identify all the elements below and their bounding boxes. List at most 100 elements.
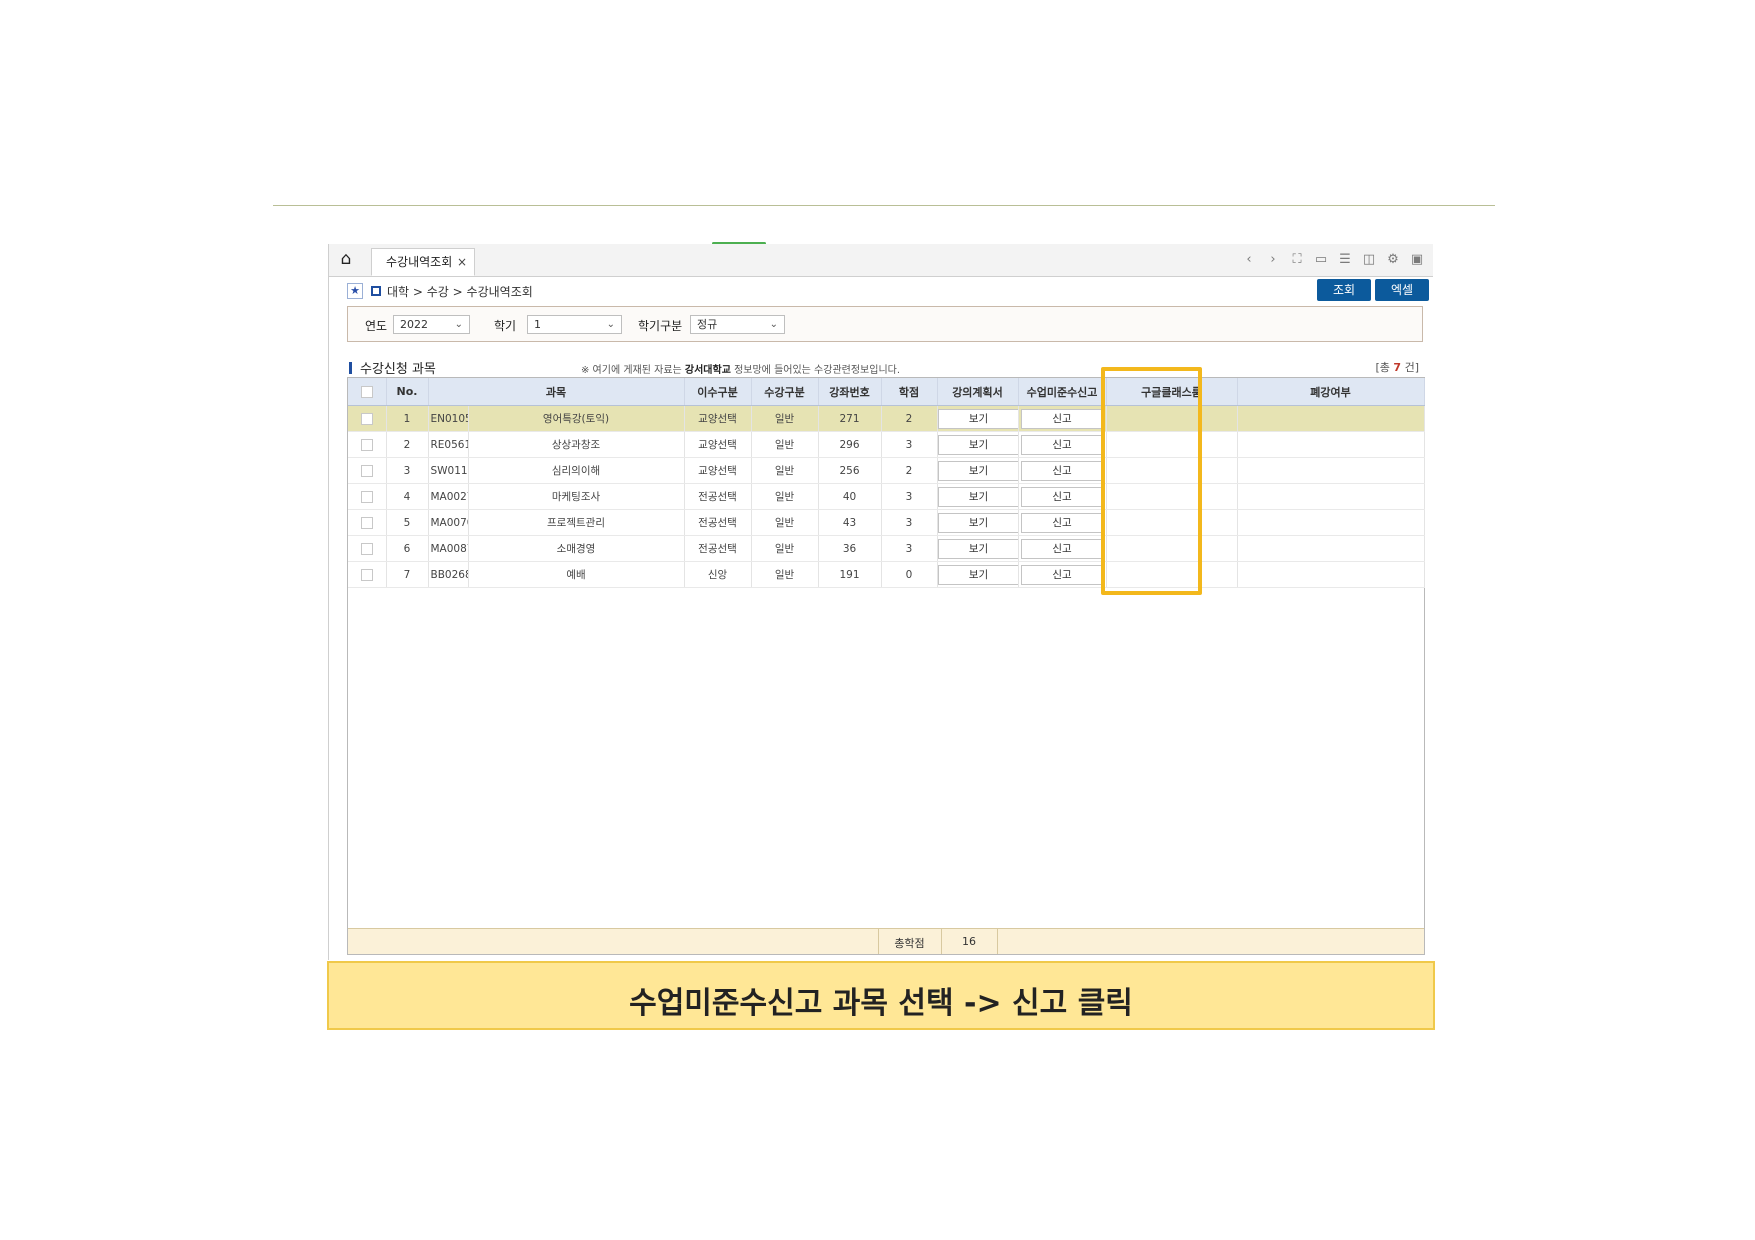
row-select-checkbox[interactable] xyxy=(360,568,373,581)
table-row[interactable]: 6MA00870소매경영전공선택일반363보기신고 xyxy=(348,535,1425,562)
syllabus-view-button[interactable]: 보기 xyxy=(937,564,1017,585)
restore-icon[interactable]: ▣ xyxy=(1409,253,1425,267)
favorite-star-icon[interactable]: ★ xyxy=(347,283,363,299)
table-row[interactable]: 1EN01050영어특강(토익)교양선택일반2712보기신고 xyxy=(348,405,1425,432)
row-completion-type: 전공선택 xyxy=(684,483,752,510)
term-select[interactable]: 1 ⌄ xyxy=(527,315,622,334)
row-report: 신고 xyxy=(1018,561,1107,588)
tab-close-icon[interactable]: × xyxy=(457,249,467,275)
header-syllabus[interactable]: 강의계획서 xyxy=(937,378,1019,406)
syllabus-view-button[interactable]: 보기 xyxy=(937,408,1017,429)
table-row[interactable]: 2RE05610상상과창조교양선택일반2963보기신고 xyxy=(348,431,1425,458)
row-select-checkbox[interactable] xyxy=(360,490,373,503)
fullscreen-icon[interactable]: ⛶ xyxy=(1289,253,1305,267)
row-no: 6 xyxy=(386,535,429,562)
header-completion-type[interactable]: 이수구분 xyxy=(684,378,752,406)
row-credit: 3 xyxy=(881,483,938,510)
header-course-number[interactable]: 강좌번호 xyxy=(818,378,882,406)
row-course-number: 43 xyxy=(818,509,882,536)
noncompliance-report-button[interactable]: 신고 xyxy=(1021,434,1103,455)
settings-icon[interactable]: ⚙ xyxy=(1385,253,1401,267)
next-icon[interactable]: › xyxy=(1265,253,1281,267)
header-select-all[interactable] xyxy=(348,378,387,406)
footer-divider xyxy=(997,929,998,954)
row-select-checkbox[interactable] xyxy=(360,412,373,425)
term-value: 1 xyxy=(534,318,541,331)
row-syllabus: 보기 xyxy=(937,431,1019,458)
header-noncompliance-report[interactable]: 수업미준수신고 xyxy=(1018,378,1107,406)
noncompliance-report-button[interactable]: 신고 xyxy=(1021,564,1103,585)
row-checkbox xyxy=(348,457,387,484)
header-credit[interactable]: 학점 xyxy=(881,378,938,406)
header-no[interactable]: No. xyxy=(386,378,429,406)
row-closed xyxy=(1237,509,1425,536)
header-subject[interactable]: 과목 xyxy=(428,378,685,406)
term-type-select[interactable]: 정규 ⌄ xyxy=(690,315,785,334)
noncompliance-report-button[interactable]: 신고 xyxy=(1021,460,1103,481)
row-credit: 3 xyxy=(881,431,938,458)
syllabus-view-button[interactable]: 보기 xyxy=(937,512,1017,533)
row-code: RE05610 xyxy=(428,431,469,458)
noncompliance-report-button[interactable]: 신고 xyxy=(1021,408,1103,429)
syllabus-view-button[interactable]: 보기 xyxy=(937,486,1017,507)
window-icon[interactable]: ▭ xyxy=(1313,253,1329,267)
syllabus-view-button[interactable]: 보기 xyxy=(937,538,1017,559)
split-horizontal-icon[interactable]: ☰ xyxy=(1337,253,1353,267)
notice-prefix: ※ 여기에 게재된 자료는 xyxy=(581,365,685,376)
row-report: 신고 xyxy=(1018,431,1107,458)
header-closed[interactable]: 폐강여부 xyxy=(1237,378,1425,406)
table-row[interactable]: 5MA00700프로젝트관리전공선택일반433보기신고 xyxy=(348,509,1425,536)
syllabus-view-button[interactable]: 보기 xyxy=(937,460,1017,481)
row-completion-type: 교양선택 xyxy=(684,431,752,458)
row-syllabus: 보기 xyxy=(937,483,1019,510)
course-table: No. 과목 이수구분 수강구분 강좌번호 학점 강의계획서 수업미준수신고 구… xyxy=(348,378,1425,588)
row-code: BB02680 xyxy=(428,561,469,588)
row-code: EN01050 xyxy=(428,405,469,432)
row-syllabus: 보기 xyxy=(937,457,1019,484)
row-credit: 3 xyxy=(881,535,938,562)
row-code: MA00271 xyxy=(428,483,469,510)
row-enroll-type: 일반 xyxy=(751,535,819,562)
row-credit: 2 xyxy=(881,405,938,432)
menu-square-icon xyxy=(371,286,381,296)
row-select-checkbox[interactable] xyxy=(360,464,373,477)
header-enroll-type[interactable]: 수강구분 xyxy=(751,378,819,406)
row-checkbox xyxy=(348,561,387,588)
noncompliance-report-button[interactable]: 신고 xyxy=(1021,512,1103,533)
excel-button[interactable]: 엑셀 xyxy=(1375,279,1429,301)
instruction-caption-text: 수업미준수신고 과목 선택 -> 신고 클릭 xyxy=(629,986,1133,1021)
table-row[interactable]: 7BB02680예배신앙일반1910보기신고 xyxy=(348,561,1425,588)
table-row[interactable]: 3SW01171심리의이해교양선택일반2562보기신고 xyxy=(348,457,1425,484)
row-subject: 심리의이해 xyxy=(468,457,685,484)
year-select[interactable]: 2022 ⌄ xyxy=(393,315,470,334)
tab-course-history[interactable]: 수강내역조회 × xyxy=(371,248,475,276)
row-checkbox xyxy=(348,535,387,562)
row-select-checkbox[interactable] xyxy=(360,542,373,555)
home-icon[interactable]: ⌂ xyxy=(337,250,355,268)
chevron-down-icon: ⌄ xyxy=(606,319,615,330)
row-subject: 마케팅조사 xyxy=(468,483,685,510)
year-value: 2022 xyxy=(400,318,428,331)
row-select-checkbox[interactable] xyxy=(360,516,373,529)
row-closed xyxy=(1237,535,1425,562)
select-all-checkbox[interactable] xyxy=(360,386,373,398)
row-no: 2 xyxy=(386,431,429,458)
prev-icon[interactable]: ‹ xyxy=(1241,253,1257,267)
noncompliance-report-button[interactable]: 신고 xyxy=(1021,538,1103,559)
noncompliance-report-button[interactable]: 신고 xyxy=(1021,486,1103,507)
split-vertical-icon[interactable]: ◫ xyxy=(1361,253,1377,267)
row-enroll-type: 일반 xyxy=(751,561,819,588)
chevron-down-icon: ⌄ xyxy=(769,319,778,330)
row-course-number: 40 xyxy=(818,483,882,510)
row-closed xyxy=(1237,483,1425,510)
row-syllabus: 보기 xyxy=(937,561,1019,588)
row-select-checkbox[interactable] xyxy=(360,438,373,451)
search-button[interactable]: 조회 xyxy=(1317,279,1371,301)
row-credit: 0 xyxy=(881,561,938,588)
row-report: 신고 xyxy=(1018,457,1107,484)
row-closed xyxy=(1237,405,1425,432)
table-row[interactable]: 4MA00271마케팅조사전공선택일반403보기신고 xyxy=(348,483,1425,510)
syllabus-view-button[interactable]: 보기 xyxy=(937,434,1017,455)
row-no: 1 xyxy=(386,405,429,432)
row-subject: 프로젝트관리 xyxy=(468,509,685,536)
